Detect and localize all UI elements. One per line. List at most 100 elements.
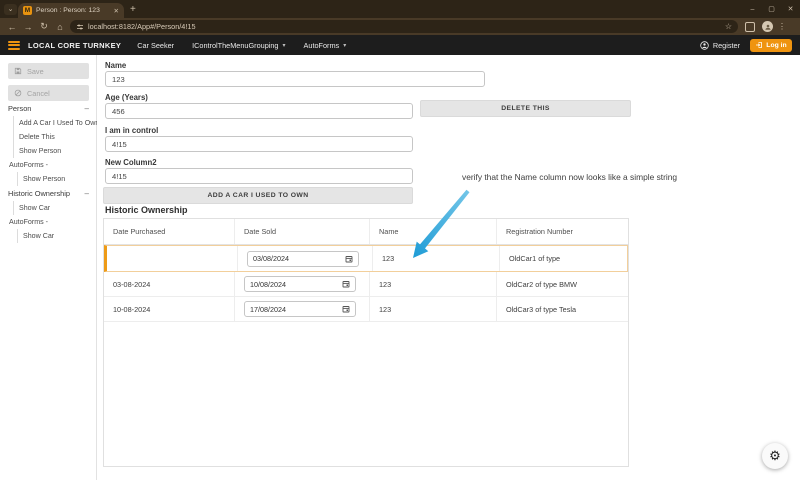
sidebar-group-historic-ownership[interactable]: Historic Ownership – bbox=[0, 186, 97, 201]
appbar-nav: Car Seeker IControlTheMenuGrouping ▾ AutoFo… bbox=[137, 41, 346, 50]
window-controls: – ▢ ✕ bbox=[743, 0, 800, 18]
home-icon[interactable]: ⌂ bbox=[52, 22, 68, 32]
site-info-icon[interactable] bbox=[76, 23, 84, 31]
column2-field-label: New Column2 bbox=[105, 158, 157, 167]
reload-icon[interactable]: ↻ bbox=[36, 21, 52, 32]
app-brand: LOCAL CORE TURNKEY bbox=[28, 40, 122, 50]
cell-date-purchased: 03-08-2024 bbox=[104, 272, 235, 296]
table-row[interactable]: 03-08-2024 10/08/2024 123 OldCar2 of type … bbox=[104, 272, 628, 297]
login-label: Log in bbox=[766, 41, 787, 49]
browser-window: ⌄ M Person : Person: 123 ✕ + – ▢ ✕ ← → ↻… bbox=[0, 0, 800, 480]
column2-input[interactable]: 4!15 bbox=[105, 168, 413, 184]
calendar-icon[interactable] bbox=[342, 305, 350, 313]
sidebar-item-delete-this[interactable]: Delete This bbox=[13, 130, 97, 144]
nav-item-label: Car Seeker bbox=[137, 40, 175, 50]
sidebar-menu: Person – Add A Car I Used To Own... Delete … bbox=[0, 101, 97, 243]
extensions-icon[interactable] bbox=[745, 21, 755, 32]
tab-title: Person : Person: 123 bbox=[36, 7, 100, 14]
login-button[interactable]: Log in bbox=[750, 38, 792, 52]
save-button[interactable]: Save bbox=[8, 63, 89, 79]
url-text[interactable]: localhost:8182/App#/Person/4!15 bbox=[88, 22, 725, 31]
forward-icon[interactable]: → bbox=[20, 22, 36, 32]
nav-item-label: IControlTheMenuGrouping bbox=[192, 40, 279, 50]
date-value: 03/08/2024 bbox=[253, 254, 289, 263]
control-input[interactable]: 4!15 bbox=[105, 136, 413, 152]
historic-ownership-table: Date Purchased Date Sold Name Registration … bbox=[103, 218, 629, 467]
sidebar: Save Cancel Person – Add A Car I Used To O… bbox=[0, 55, 97, 480]
control-field-label: I am in control bbox=[105, 126, 159, 135]
cell-name: 123 bbox=[370, 297, 497, 321]
date-sold-input[interactable]: 10/08/2024 bbox=[244, 276, 356, 292]
sidebar-group-person[interactable]: Person – bbox=[0, 101, 97, 116]
browser-toolbar: ← → ↻ ⌂ localhost:8182/App#/Person/4!15 … bbox=[0, 18, 800, 35]
browser-menu-icon[interactable]: ⋮ bbox=[778, 22, 786, 31]
save-icon bbox=[14, 67, 22, 75]
nav-item-icontrolthemenugrouping[interactable]: IControlTheMenuGrouping ▾ bbox=[192, 41, 285, 50]
sidebar-subgroup-autoforms[interactable]: AutoForms - bbox=[0, 215, 97, 229]
column-header-date-purchased: Date Purchased bbox=[104, 219, 235, 244]
url-bar[interactable]: localhost:8182/App#/Person/4!15 ☆ bbox=[70, 20, 738, 33]
sidebar-item-show-car[interactable]: Show Car bbox=[17, 229, 97, 243]
cancel-label: Cancel bbox=[27, 88, 50, 98]
sidebar-item-show-person[interactable]: Show Person bbox=[13, 144, 97, 158]
calendar-icon[interactable] bbox=[342, 280, 350, 288]
sidebar-item-show-car[interactable]: Show Car bbox=[13, 201, 97, 215]
site-favicon: M bbox=[23, 6, 32, 15]
person-circle-icon bbox=[700, 40, 709, 50]
name-input[interactable]: 123 bbox=[105, 71, 485, 87]
cell-date-sold: 10/08/2024 bbox=[235, 272, 370, 296]
calendar-icon[interactable] bbox=[345, 255, 353, 263]
cell-registration-number: OldCar1 of type bbox=[509, 254, 561, 263]
save-label: Save bbox=[27, 66, 44, 76]
date-value: 10/08/2024 bbox=[250, 279, 286, 289]
register-button[interactable]: Register bbox=[700, 41, 740, 50]
settings-fab[interactable]: ⚙ bbox=[762, 443, 788, 469]
cell-date-purchased: 10-08-2024 bbox=[104, 297, 235, 321]
date-sold-input[interactable]: 17/08/2024 bbox=[244, 301, 356, 317]
cell-date-sold: 03/08/2024 bbox=[238, 246, 373, 271]
sidebar-subgroup-autoforms[interactable]: AutoForms - bbox=[0, 158, 97, 172]
appbar-right: Register Log in bbox=[700, 38, 792, 52]
cell-date-purchased bbox=[107, 246, 238, 271]
name-field-label: Name bbox=[105, 61, 127, 70]
browser-tab-strip: ⌄ M Person : Person: 123 ✕ + – ▢ ✕ bbox=[0, 0, 800, 18]
profile-avatar[interactable] bbox=[762, 21, 773, 32]
bookmark-star-icon[interactable]: ☆ bbox=[725, 22, 732, 31]
collapse-icon: – bbox=[84, 189, 89, 198]
window-maximize-button[interactable]: ▢ bbox=[762, 5, 781, 13]
cancel-icon bbox=[14, 89, 22, 97]
sidebar-group-label: Historic Ownership bbox=[8, 189, 71, 198]
tab-close-icon[interactable]: ✕ bbox=[114, 7, 119, 15]
nav-item-autoforms[interactable]: AutoForms ▾ bbox=[304, 41, 347, 50]
table-row[interactable]: 03/08/2024 123 OldCar1 of type bbox=[104, 245, 628, 272]
nav-item-label: AutoForms bbox=[303, 40, 340, 50]
register-label: Register bbox=[712, 40, 740, 50]
column-header-registration-number: Registration Number bbox=[506, 227, 573, 236]
sidebar-group-label: Person bbox=[8, 104, 32, 113]
table-header-row: Date Purchased Date Sold Name Registration … bbox=[104, 219, 628, 245]
cell-registration-number: OldCar2 of type BMW bbox=[506, 279, 577, 289]
age-input[interactable]: 456 bbox=[105, 103, 413, 119]
nav-item-car-seeker[interactable]: Car Seeker bbox=[137, 41, 174, 50]
column-header-date-sold: Date Sold bbox=[235, 219, 370, 244]
login-arrow-icon bbox=[756, 42, 763, 48]
sidebar-item-add-a-car-i-used-to-own[interactable]: Add A Car I Used To Own... bbox=[13, 116, 97, 130]
browser-tab[interactable]: M Person : Person: 123 ✕ bbox=[18, 3, 124, 18]
person-icon bbox=[764, 24, 771, 30]
tab-search-chevron-icon[interactable]: ⌄ bbox=[4, 4, 17, 15]
sidebar-item-show-person[interactable]: Show Person bbox=[17, 172, 97, 186]
delete-this-button[interactable]: DELETE THIS bbox=[420, 100, 631, 117]
table-body: 03/08/2024 123 OldCar1 of type 03-08-2024 1… bbox=[104, 245, 628, 322]
hamburger-menu-icon[interactable] bbox=[8, 39, 20, 51]
historic-ownership-title: Historic Ownership bbox=[105, 205, 188, 215]
table-row[interactable]: 10-08-2024 17/08/2024 123 OldCar3 of type … bbox=[104, 297, 628, 322]
cancel-button[interactable]: Cancel bbox=[8, 85, 89, 101]
window-close-button[interactable]: ✕ bbox=[781, 5, 800, 13]
new-tab-button[interactable]: + bbox=[130, 3, 136, 17]
cell-date-sold: 17/08/2024 bbox=[235, 297, 370, 321]
cell-name: 123 bbox=[370, 272, 497, 296]
add-car-button[interactable]: ADD A CAR I USED TO OWN bbox=[103, 187, 413, 204]
back-icon[interactable]: ← bbox=[4, 22, 20, 32]
window-minimize-button[interactable]: – bbox=[743, 6, 762, 13]
date-sold-input[interactable]: 03/08/2024 bbox=[247, 250, 359, 267]
